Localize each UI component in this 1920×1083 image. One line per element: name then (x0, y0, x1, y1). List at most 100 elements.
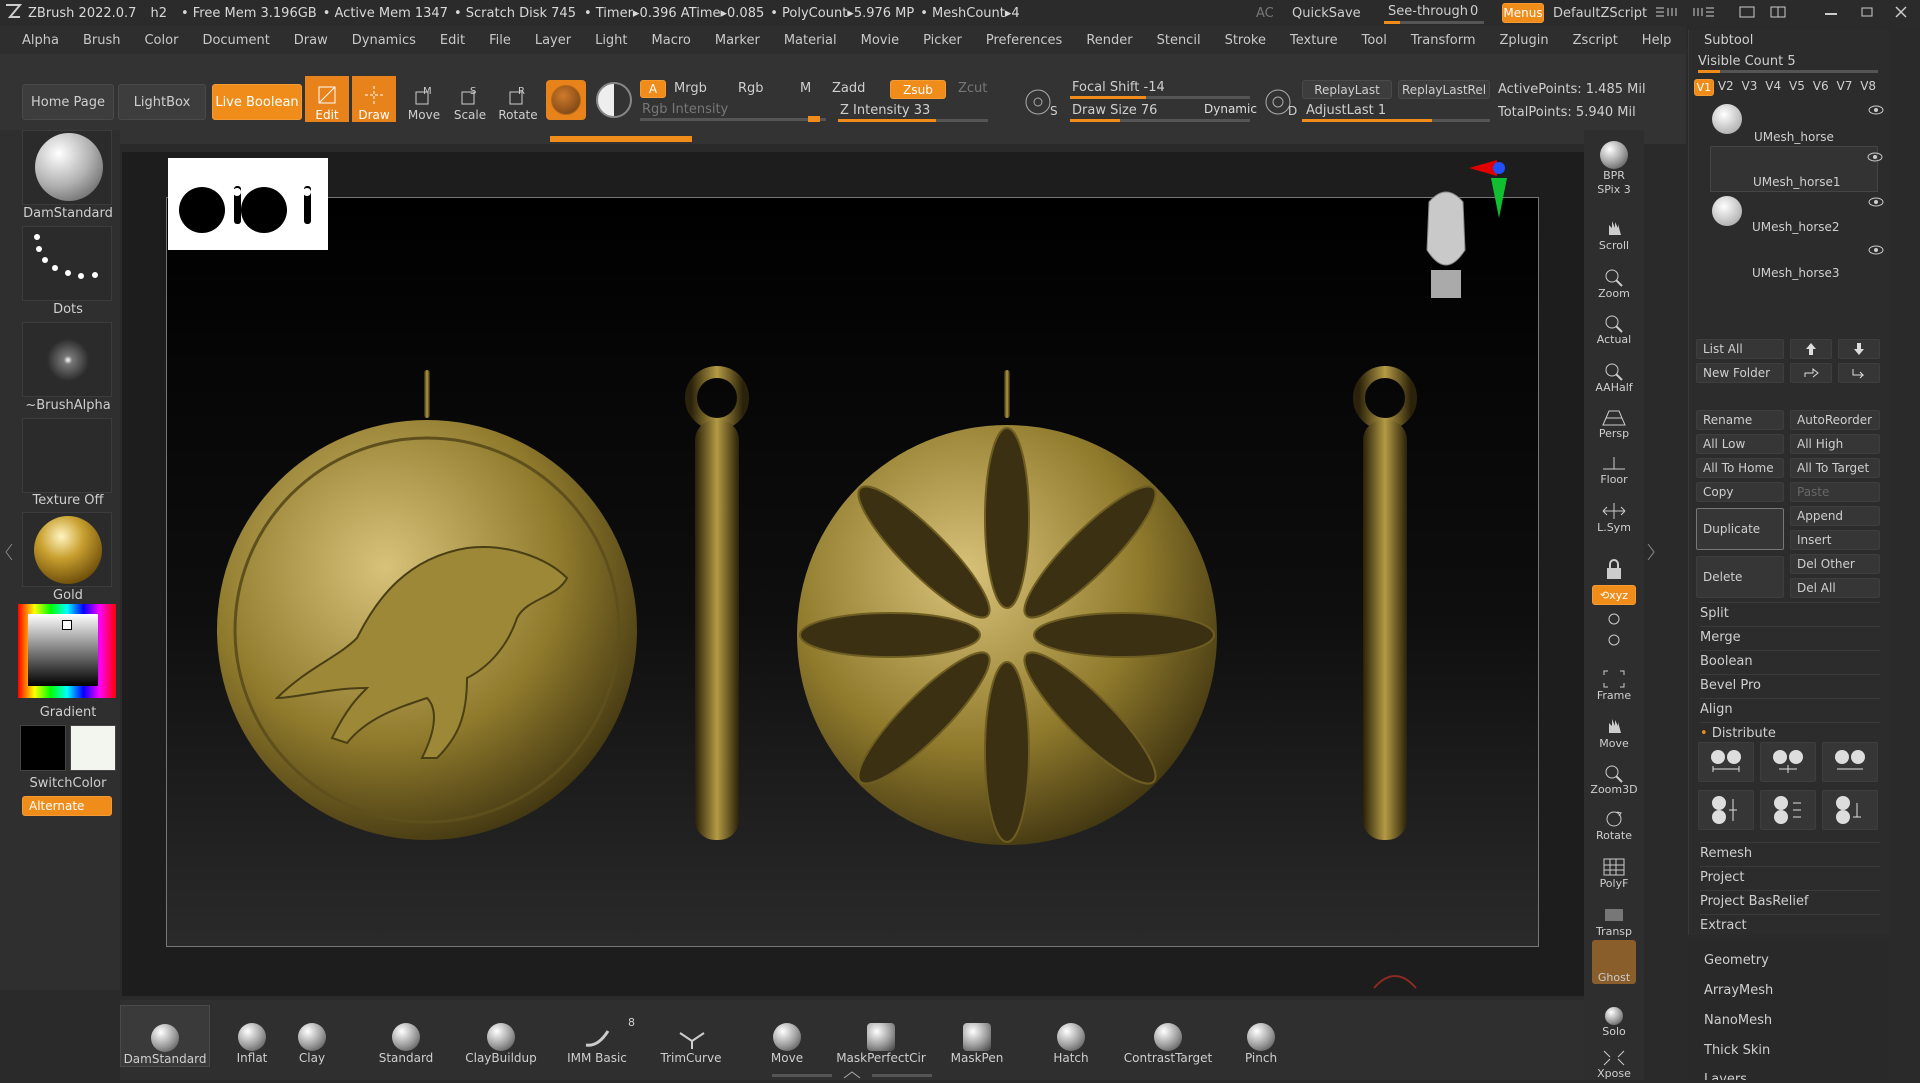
brush-standard[interactable]: Standard (362, 1005, 450, 1065)
scale-mode-button[interactable]: S Scale (448, 76, 492, 122)
menu-color[interactable]: Color (144, 33, 178, 48)
menu-marker[interactable]: Marker (715, 33, 760, 48)
menu-movie[interactable]: Movie (861, 33, 899, 48)
menu-layer[interactable]: Layer (535, 33, 571, 48)
brush-maskpen[interactable]: MaskPen (932, 1005, 1022, 1065)
all-low-button[interactable]: All Low (1696, 434, 1784, 454)
quicksave-button[interactable]: QuickSave (1292, 6, 1361, 21)
distribute-vertical-2-button[interactable] (1760, 790, 1816, 830)
shelf-scroll-handle[interactable] (772, 1068, 932, 1079)
seethrough-slider[interactable] (1384, 21, 1484, 24)
menus-button[interactable]: Menus (1502, 3, 1544, 23)
dynamic-button[interactable]: Dynamic (1204, 102, 1257, 116)
rotation-axis-icons[interactable] (1604, 610, 1624, 650)
subtool-item[interactable]: UMesh_horse3 (1698, 240, 1884, 286)
alternate-button[interactable]: Alternate (22, 796, 112, 816)
lsym-button[interactable]: L.Sym (1592, 488, 1636, 534)
right-shelf-collapse-icon[interactable] (1646, 540, 1656, 564)
extract-section[interactable]: Extract (1700, 914, 1880, 933)
polyf-button[interactable]: PolyF (1592, 844, 1636, 890)
zoom-button[interactable]: Zoom (1592, 254, 1636, 300)
pendant-models[interactable] (167, 198, 1538, 946)
brush-contrasttarget[interactable]: ContrastTarget (1120, 1005, 1216, 1065)
boolean-section[interactable]: Boolean (1700, 650, 1880, 669)
menu-light[interactable]: Light (595, 33, 627, 48)
primary-color-swatch[interactable] (70, 725, 116, 771)
menu-macro[interactable]: Macro (652, 33, 691, 48)
brush-clay[interactable]: Clay (268, 1005, 356, 1065)
delete-button[interactable]: Delete (1696, 556, 1784, 598)
layout-right-icon[interactable] (1690, 4, 1716, 20)
visible-count-slider[interactable] (1698, 70, 1878, 73)
switchcolor-button[interactable]: SwitchColor (0, 776, 136, 791)
project-basrelief-section[interactable]: Project BasRelief (1700, 890, 1880, 909)
menu-help[interactable]: Help (1642, 33, 1672, 48)
paste-button[interactable]: Paste (1790, 482, 1880, 502)
material-thumbnail[interactable] (22, 512, 112, 587)
replaylast-button[interactable]: ReplayLast (1302, 80, 1392, 99)
brush-trimcurve[interactable]: TrimCurve (646, 1005, 736, 1065)
folder-arrow-right-icon[interactable] (1790, 363, 1832, 383)
focal-shift-label[interactable]: Focal Shift -14 (1072, 80, 1165, 95)
menu-draw[interactable]: Draw (294, 33, 328, 48)
color-picker-handle[interactable] (62, 620, 72, 630)
menu-tool[interactable]: Tool (1362, 33, 1387, 48)
color-picker[interactable] (18, 604, 116, 698)
seethrough-slider-label[interactable]: See-through (1388, 4, 1468, 19)
project-section[interactable]: Project (1700, 866, 1880, 885)
move-view-button[interactable]: Move (1592, 704, 1636, 750)
geometry-palette[interactable]: Geometry (1704, 953, 1884, 968)
menu-dynamics[interactable]: Dynamics (352, 33, 416, 48)
close-icon[interactable] (1892, 4, 1910, 20)
brush-imm-basic[interactable]: IMM Basic (552, 1005, 642, 1065)
brush-move[interactable]: Move (742, 1005, 832, 1065)
minimize-icon[interactable] (1822, 4, 1840, 20)
live-boolean-button[interactable]: Live Boolean (212, 84, 302, 120)
move-up-button[interactable] (1790, 339, 1832, 359)
menu-edit[interactable]: Edit (440, 33, 465, 48)
eye-icon[interactable] (1868, 244, 1884, 260)
del-all-button[interactable]: Del All (1790, 578, 1880, 598)
rotate-view-button[interactable]: Rotate (1592, 796, 1636, 842)
move-mode-button[interactable]: M Move (402, 76, 446, 122)
copy-button[interactable]: Copy (1696, 482, 1784, 502)
subtool-title[interactable]: Subtool (1704, 33, 1753, 48)
zcut-button[interactable]: Zcut (958, 81, 987, 96)
z-intensity-slider[interactable] (838, 119, 988, 122)
replaylastrel-button[interactable]: ReplayLastRel (1398, 80, 1490, 99)
transp-button[interactable]: Transp (1592, 892, 1636, 938)
brush-maskperfectcircle[interactable]: MaskPerfectCir (836, 1005, 926, 1065)
adjustlast-slider[interactable] (1302, 119, 1490, 122)
rgb-intensity-handle[interactable] (808, 116, 820, 122)
brush-hatch[interactable]: Hatch (1026, 1005, 1116, 1065)
edit-mode-button[interactable]: Edit (305, 76, 349, 122)
layout-left-icon[interactable] (1654, 4, 1680, 20)
all-high-button[interactable]: All High (1790, 434, 1880, 454)
draw-size-slider[interactable] (1070, 119, 1250, 122)
brush-thumbnail[interactable] (22, 130, 112, 205)
z-intensity-label[interactable]: Z Intensity 33 (840, 103, 930, 118)
actual-button[interactable]: Actual (1592, 300, 1636, 346)
tab-v3[interactable]: V3 (1742, 79, 1766, 97)
window-tile-icon[interactable] (1768, 4, 1792, 20)
home-page-button[interactable]: Home Page (22, 84, 114, 120)
distribute-x-button[interactable] (1698, 742, 1754, 782)
persp-button[interactable]: Persp (1592, 394, 1636, 440)
aahalf-button[interactable]: AAHalf (1592, 348, 1636, 394)
menu-document[interactable]: Document (202, 33, 269, 48)
duplicate-button[interactable]: Duplicate (1696, 508, 1784, 550)
ac-label[interactable]: AC (1256, 6, 1274, 21)
menu-texture[interactable]: Texture (1290, 33, 1338, 48)
lightbox-button[interactable]: LightBox (118, 84, 206, 120)
layers-palette[interactable]: Layers (1704, 1072, 1884, 1080)
brush-damstandard[interactable]: DamStandard (120, 1005, 210, 1067)
eye-icon[interactable] (1868, 104, 1884, 120)
defaultzscript-button[interactable]: DefaultZScript (1553, 6, 1647, 21)
mrgb-button[interactable]: Mrgb (674, 81, 707, 96)
tab-v8[interactable]: V8 (1860, 79, 1884, 97)
ghost-button[interactable]: Ghost (1592, 940, 1636, 984)
zoom3d-button[interactable]: Zoom3D (1590, 750, 1638, 796)
a-button[interactable]: A (640, 80, 666, 98)
rgb-intensity-label[interactable]: Rgb Intensity (642, 102, 728, 117)
frame-button[interactable]: Frame (1592, 656, 1636, 702)
